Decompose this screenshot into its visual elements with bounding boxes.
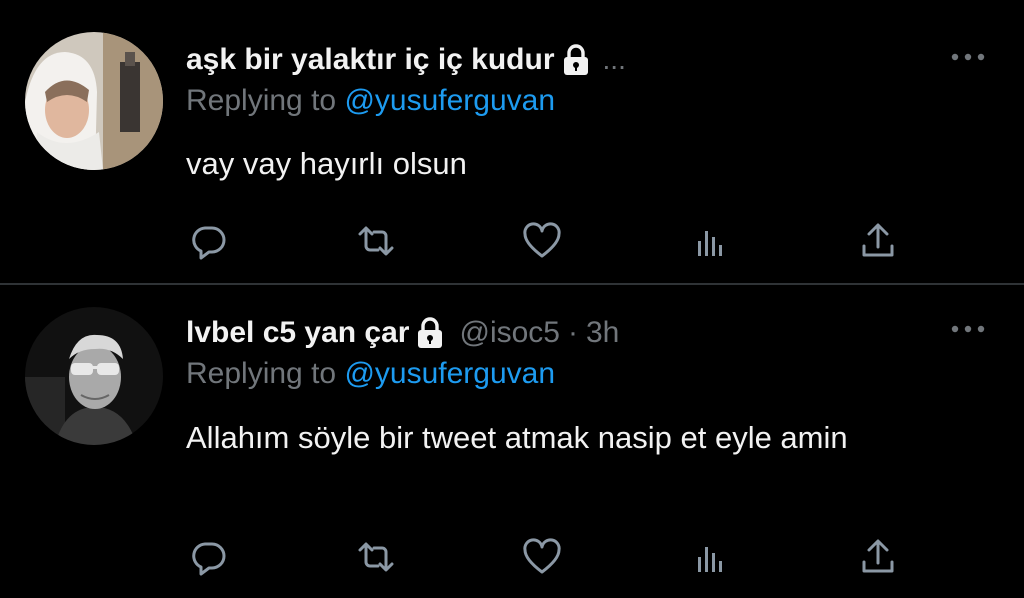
display-name[interactable]: lvbel c5 yan çar xyxy=(186,316,409,350)
separator: · xyxy=(567,316,578,349)
like-button[interactable] xyxy=(520,220,564,262)
retweet-button[interactable] xyxy=(354,536,398,578)
more-options-icon[interactable] xyxy=(948,50,988,64)
retweet-icon xyxy=(358,226,394,256)
views-button[interactable] xyxy=(689,220,733,262)
avatar[interactable] xyxy=(25,32,163,170)
like-icon xyxy=(523,222,561,258)
share-button[interactable] xyxy=(856,536,900,578)
views-icon xyxy=(698,547,722,572)
retweet-button[interactable] xyxy=(354,220,398,262)
replying-handle-link[interactable]: @yusuferguvan xyxy=(344,84,555,117)
share-icon xyxy=(862,539,894,573)
lock-icon xyxy=(563,44,588,75)
tweet-2[interactable]: lvbel c5 yan çar @isoc5 · 3h Replying to… xyxy=(0,285,1024,598)
tweet-text: Allahım söyle bir tweet atmak nasip et e… xyxy=(186,420,848,455)
replying-to: Replying to @yusuferguvan xyxy=(186,84,555,118)
tweet-1[interactable]: aşk bir yalaktır iç iç kudur ... Replyin… xyxy=(0,0,1024,283)
avatar[interactable] xyxy=(25,307,163,445)
replying-handle-link[interactable]: @yusuferguvan xyxy=(344,357,555,390)
action-bar xyxy=(186,220,906,262)
name-row: lvbel c5 yan çar @isoc5 · 3h xyxy=(186,311,619,355)
avatar-photo-icon xyxy=(25,307,163,445)
reply-icon xyxy=(192,542,226,576)
views-icon xyxy=(698,231,722,256)
views-button[interactable] xyxy=(689,536,733,578)
user-handle[interactable]: @isoc5 xyxy=(459,316,560,350)
retweet-icon xyxy=(358,542,394,572)
avatar-photo-icon xyxy=(25,32,163,170)
tweet-text: vay vay hayırlı olsun xyxy=(186,146,467,181)
action-bar xyxy=(186,536,906,578)
replying-prefix: Replying to xyxy=(186,357,345,390)
timestamp[interactable]: 3h xyxy=(586,316,619,350)
more-options-icon[interactable] xyxy=(948,322,988,336)
name-truncation: ... xyxy=(602,44,626,75)
like-icon xyxy=(523,538,561,574)
reply-button[interactable] xyxy=(186,220,230,262)
lock-icon xyxy=(418,317,443,348)
reply-icon xyxy=(192,226,226,260)
share-icon xyxy=(862,223,894,257)
display-name[interactable]: aşk bir yalaktır iç iç kudur xyxy=(186,43,555,77)
like-button[interactable] xyxy=(520,536,564,578)
share-button[interactable] xyxy=(856,220,900,262)
reply-button[interactable] xyxy=(186,536,230,578)
replying-to: Replying to @yusuferguvan xyxy=(186,357,555,391)
name-row: aşk bir yalaktır iç iç kudur ... xyxy=(186,38,626,82)
replying-prefix: Replying to xyxy=(186,84,345,117)
